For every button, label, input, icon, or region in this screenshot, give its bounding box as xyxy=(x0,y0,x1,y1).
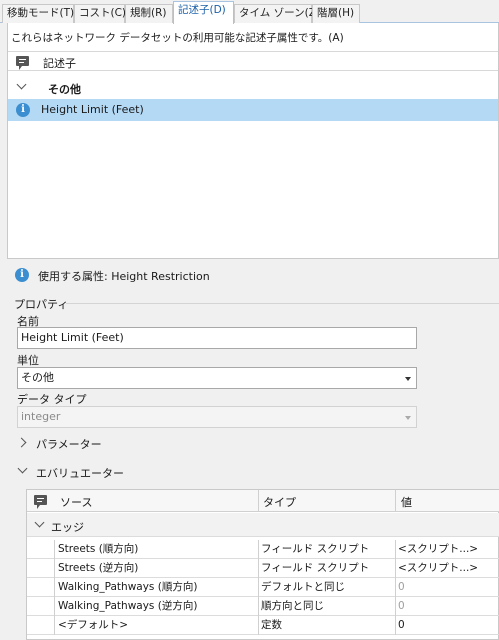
type-cell[interactable]: デフォルトと同じ xyxy=(261,578,393,597)
source-cell: Streets (逆方向) xyxy=(58,562,139,574)
row-divider xyxy=(395,559,396,578)
table-row[interactable]: Streets (順方向) フィールド スクリプト <スクリプト...> xyxy=(27,540,499,559)
row-divider xyxy=(54,616,55,635)
evaluator-grid-header: ソース タイプ 値 xyxy=(27,490,499,512)
properties-heading: プロパティ xyxy=(14,298,69,311)
tab-time-zones[interactable]: タイム ゾーン(Z) xyxy=(234,4,320,23)
column-divider xyxy=(258,490,259,512)
tab-descriptors[interactable]: 記述子(D) xyxy=(173,1,234,24)
dropdown-arrow-icon[interactable] xyxy=(405,377,411,381)
value-cell[interactable]: <スクリプト...> xyxy=(398,559,498,578)
row-divider xyxy=(258,578,259,597)
used-attribute-info: i 使用する属性: Height Restriction xyxy=(14,267,494,285)
datatype-label: データ タイプ xyxy=(17,393,87,406)
datatype-select: integer xyxy=(17,406,417,428)
unit-label: 単位 xyxy=(17,354,39,367)
row-divider xyxy=(54,559,55,578)
row-divider xyxy=(54,597,55,616)
type-cell[interactable]: 順方向と同じ xyxy=(261,597,393,616)
descriptor-grid-header: 記述子 xyxy=(8,51,498,71)
evaluator-grid: ソース タイプ 値 エッジ Streets (順方向) フィールド スクリプト … xyxy=(26,489,499,640)
name-field[interactable]: Height Limit (Feet) xyxy=(17,327,417,349)
row-divider xyxy=(258,597,259,616)
source-cell: Streets (順方向) xyxy=(58,543,139,555)
value-cell[interactable]: <スクリプト...> xyxy=(398,540,498,559)
group-row-other[interactable]: その他 xyxy=(8,76,498,98)
group-label: その他 xyxy=(48,83,81,96)
parameters-expander[interactable]: パラメーター xyxy=(14,434,314,452)
description-text: これらはネットワーク データセットの利用可能な記述子属性です。(A) xyxy=(11,32,344,44)
row-divider xyxy=(258,540,259,559)
properties-divider xyxy=(66,303,499,304)
chevron-right-icon[interactable] xyxy=(16,437,27,448)
table-row[interactable]: Walking_Pathways (逆方向) 順方向と同じ 0 xyxy=(27,597,499,616)
evaluators-expander[interactable]: エバリュエーター xyxy=(14,463,314,481)
tab-strip: 移動モード(T) コスト(C) 規制(R) 記述子(D) タイム ゾーン(Z) … xyxy=(0,0,499,24)
row-divider xyxy=(258,616,259,635)
descriptor-column-header: 記述子 xyxy=(43,57,76,70)
comment-icon xyxy=(34,495,47,509)
row-divider xyxy=(395,540,396,559)
chevron-down-icon[interactable] xyxy=(34,517,45,528)
datatype-value: integer xyxy=(21,410,61,423)
row-divider xyxy=(395,578,396,597)
row-divider xyxy=(395,616,396,635)
column-source[interactable]: ソース xyxy=(60,494,92,510)
tab-restrictions[interactable]: 規制(R) xyxy=(125,4,173,23)
chevron-down-icon[interactable] xyxy=(16,79,27,90)
column-type[interactable]: タイプ xyxy=(263,494,296,510)
type-cell[interactable]: フィールド スクリプト xyxy=(261,540,393,559)
type-cell[interactable]: フィールド スクリプト xyxy=(261,559,393,578)
parameters-label: パラメーター xyxy=(36,438,102,451)
value-cell: 0 xyxy=(398,581,405,593)
source-cell: Walking_Pathways (逆方向) xyxy=(58,600,198,612)
dropdown-arrow-icon xyxy=(405,416,411,420)
descriptor-name: Height Limit (Feet) xyxy=(41,103,144,116)
chevron-down-icon[interactable] xyxy=(17,463,28,474)
value-cell[interactable]: 0 xyxy=(398,616,498,635)
used-attribute-text: 使用する属性: Height Restriction xyxy=(38,270,210,283)
table-row[interactable]: Streets (逆方向) フィールド スクリプト <スクリプト...> xyxy=(27,559,499,578)
column-divider xyxy=(395,490,396,512)
column-value[interactable]: 値 xyxy=(401,494,412,510)
group-label: エッジ xyxy=(51,521,84,534)
type-cell[interactable]: 定数 xyxy=(261,616,393,635)
source-cell: Walking_Pathways (順方向) xyxy=(58,581,198,593)
row-divider xyxy=(54,578,55,597)
row-divider xyxy=(54,540,55,559)
group-row-edges[interactable]: エッジ xyxy=(27,513,499,537)
table-row[interactable]: Walking_Pathways (順方向) デフォルトと同じ 0 xyxy=(27,578,499,597)
unit-select[interactable]: その他 xyxy=(17,367,417,389)
row-divider xyxy=(258,559,259,578)
unit-value: その他 xyxy=(21,371,54,384)
evaluators-label: エバリュエーター xyxy=(36,467,124,480)
comment-icon xyxy=(16,56,29,70)
source-cell: <デフォルト> xyxy=(58,619,129,631)
row-divider xyxy=(395,597,396,616)
descriptor-row-selected[interactable]: i Height Limit (Feet) xyxy=(8,99,498,121)
tab-costs[interactable]: コスト(C) xyxy=(74,4,126,23)
value-cell: 0 xyxy=(398,600,405,612)
tab-travel-modes[interactable]: 移動モード(T) xyxy=(2,4,74,23)
table-row[interactable]: <デフォルト> 定数 0 xyxy=(27,616,499,635)
info-icon: i xyxy=(16,103,30,117)
tab-hierarchy[interactable]: 階層(H) xyxy=(312,4,360,23)
info-icon: i xyxy=(15,268,29,282)
